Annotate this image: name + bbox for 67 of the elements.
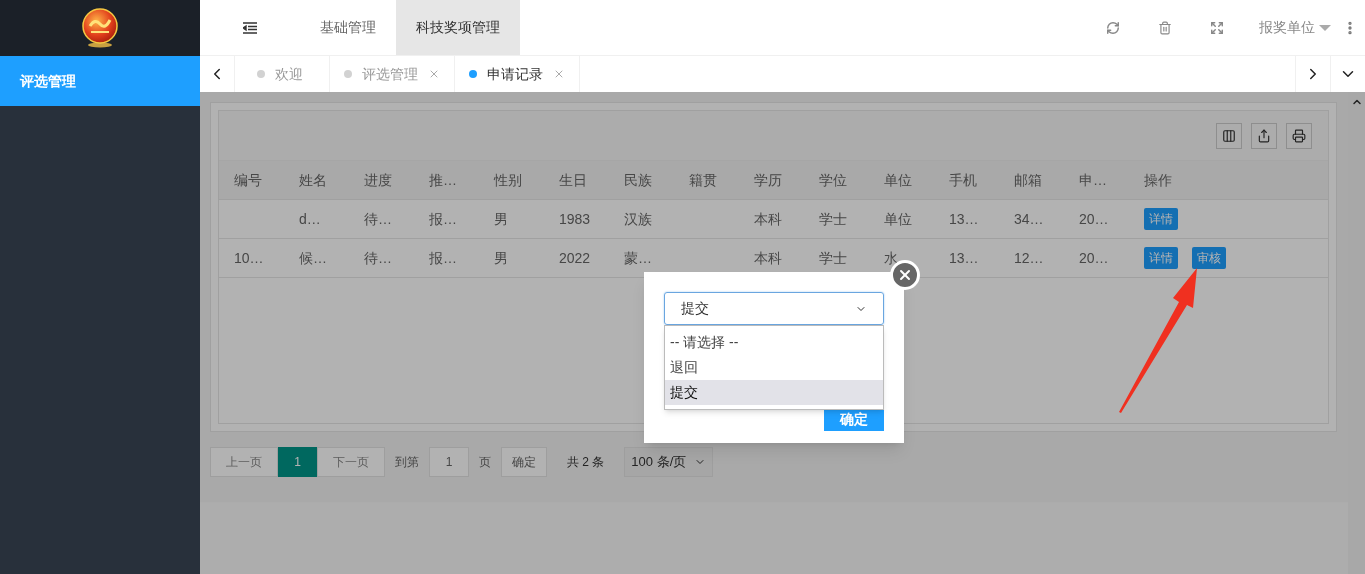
table-cell: 待… [364,249,392,266]
dropdown-option[interactable]: 提交 [665,380,883,405]
table-cell: 单位 [884,210,912,227]
tab-label: 欢迎 [274,64,304,84]
goto-button[interactable]: 确定 [501,447,547,477]
column-header: 学位 [819,170,848,190]
table-cell: 10… [234,249,264,266]
action-button[interactable]: 详情 [1144,247,1178,269]
table-cell: d… [299,210,321,227]
table-cell: 水 [884,249,898,266]
column-header: 籍贯 [689,170,718,190]
column-header: 姓名 [299,170,328,190]
top-nav-item[interactable]: 科技奖项管理 [396,0,520,55]
table-cell: 13… [949,249,979,266]
columns-icon[interactable] [1216,122,1242,149]
column-header: 学历 [754,170,783,190]
table-cell: 男 [494,249,508,266]
table-cell: 12… [1014,249,1044,266]
table-cell: 2022 [559,249,591,266]
sidebar-item[interactable]: 评选管理 [0,56,200,106]
total-count: 共 2 条 [567,454,605,471]
column-header: 推… [429,170,458,190]
column-header: 操作 [1144,170,1173,190]
table-cell: 报… [429,249,457,266]
logo-icon [81,8,119,48]
column-header: 手机 [949,170,978,190]
table-cell: 报… [429,210,457,227]
column-header: 邮箱 [1014,170,1043,190]
table-cell: 学士 [819,210,847,227]
page-input[interactable]: 1 [429,447,469,477]
page-size-select[interactable]: 100 条/页 [624,447,714,477]
print-icon[interactable] [1286,122,1312,149]
table-cell: 34… [1014,210,1044,227]
table-cell: 20… [1079,210,1109,227]
table-cell: 汉族 [624,210,652,227]
column-header: 单位 [884,170,913,190]
table-cell: 蒙… [624,249,652,266]
table-cell: 待… [364,210,392,227]
table-cell: 1983 [559,210,591,227]
page-button[interactable]: 1 [278,447,317,477]
export-icon[interactable] [1251,122,1277,149]
column-header: 生日 [559,170,588,190]
table-cell: 学士 [819,249,847,266]
column-header: 申… [1079,170,1108,190]
column-header: 性别 [494,170,523,190]
next-page-button[interactable]: 下一页 [317,447,385,477]
table-cell: 男 [494,210,508,227]
table-cell: 候… [299,249,327,266]
tab-label: 评选管理 [361,64,419,84]
page-unit: 页 [479,454,491,471]
table-cell: 本科 [754,249,782,266]
user-menu[interactable]: 报奖单位 [1259,17,1331,38]
tab-label: 申请记录 [486,64,544,84]
column-header: 编号 [234,170,263,190]
column-header: 进度 [364,170,393,190]
action-button[interactable]: 详情 [1144,208,1178,230]
dropdown-option[interactable]: -- 请选择 -- [665,330,883,355]
goto-label: 到第 [395,454,419,471]
column-header: 民族 [624,170,653,190]
table-cell: 本科 [754,210,782,227]
prev-page-button[interactable]: 上一页 [210,447,278,477]
dropdown-option[interactable]: 退回 [665,355,883,380]
status-select[interactable]: 提交 [664,292,884,325]
action-button[interactable]: 审核 [1192,247,1226,269]
top-nav-item[interactable]: 基础管理 [300,0,396,55]
table-cell: 13… [949,210,979,227]
table-cell: 20… [1079,249,1109,266]
